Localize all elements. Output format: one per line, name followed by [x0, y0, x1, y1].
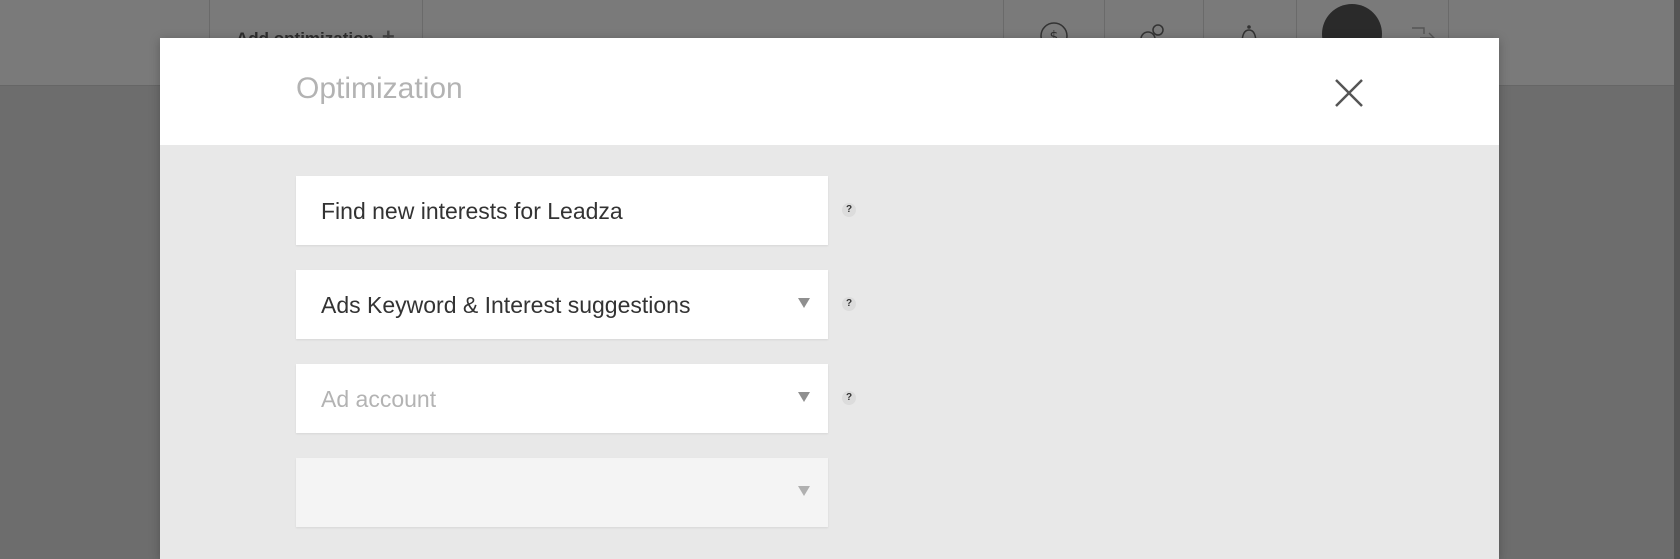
chevron-down-icon: [798, 298, 810, 308]
disabled-select[interactable]: [296, 458, 828, 527]
modal-header: Optimization: [160, 38, 1499, 145]
window-edge: [1674, 0, 1680, 559]
help-icon[interactable]: ?: [842, 391, 856, 405]
optimization-name-field[interactable]: Find new interests for Leadza: [296, 176, 828, 245]
modal-title: Optimization: [296, 72, 463, 105]
optimization-modal: Optimization Find new interests for Lead…: [160, 38, 1499, 559]
help-icon[interactable]: ?: [842, 297, 856, 311]
chevron-down-icon: [798, 392, 810, 402]
ad-account-select[interactable]: Ad account: [296, 364, 828, 433]
ad-account-placeholder: Ad account: [321, 386, 437, 412]
chevron-down-icon: [798, 486, 810, 496]
help-icon[interactable]: ?: [842, 203, 856, 217]
optimization-type-select[interactable]: Ads Keyword & Interest suggestions: [296, 270, 828, 339]
optimization-type-value: Ads Keyword & Interest suggestions: [321, 292, 691, 318]
close-icon[interactable]: [1330, 74, 1368, 112]
optimization-name-value: Find new interests for Leadza: [321, 198, 623, 224]
